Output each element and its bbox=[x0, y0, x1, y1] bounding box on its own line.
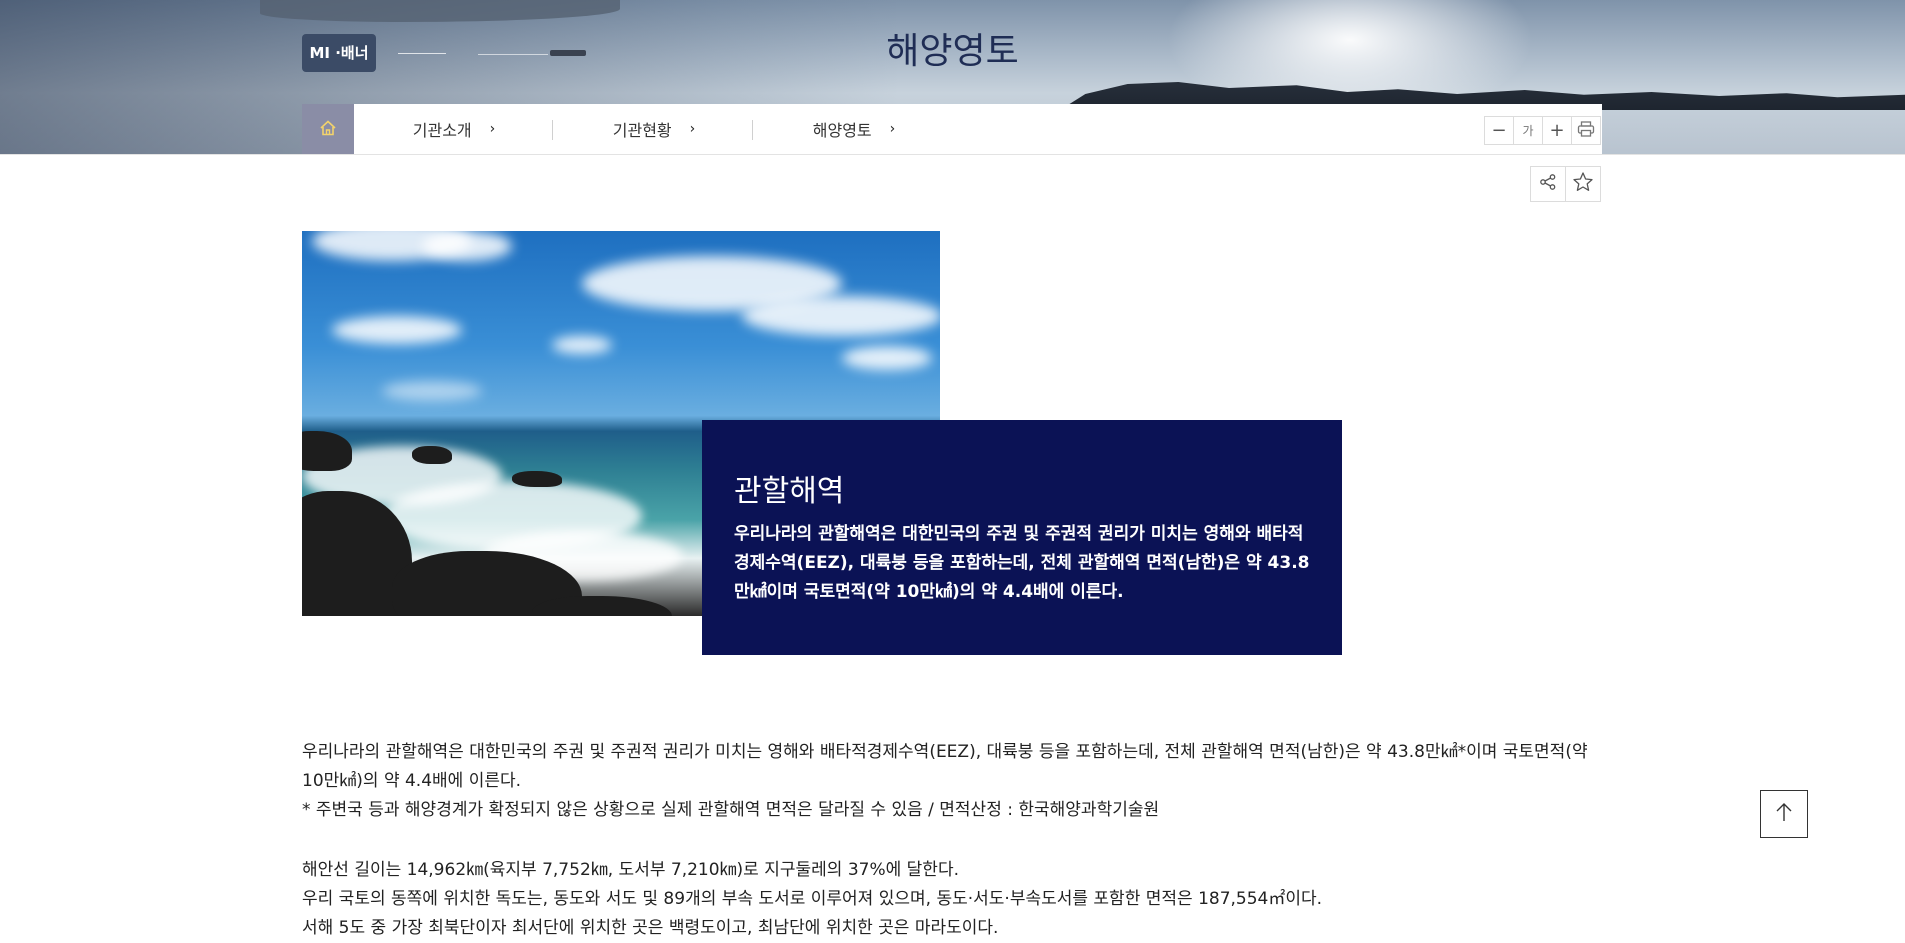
nav-item-label: 기관소개 bbox=[412, 121, 472, 140]
chevron-right-icon: › bbox=[689, 121, 696, 137]
minus-icon: − bbox=[1491, 120, 1507, 141]
paragraph: 우리나라의 관할해역은 대한민국의 주권 및 주권적 권리가 미치는 영해와 배… bbox=[302, 742, 1588, 791]
chevron-right-icon: › bbox=[889, 121, 896, 137]
font-increase-button[interactable]: + bbox=[1542, 116, 1572, 145]
nav-item-label: 기관현황 bbox=[612, 121, 672, 140]
footnote: * 주변국 등과 해양경계가 확정되지 않은 상황으로 실제 관할해역 면적은 … bbox=[302, 800, 1160, 820]
plus-icon: + bbox=[1549, 120, 1565, 141]
page-title: 해양영토 bbox=[886, 31, 1019, 72]
nav-item-marine-territory[interactable]: 해양영토 › bbox=[754, 104, 954, 154]
nav-item-label: 해양영토 bbox=[812, 121, 872, 140]
nav-divider bbox=[552, 120, 553, 140]
info-description: 우리나라의 관할해역은 대한민국의 주권 및 주권적 권리가 미치는 영해와 배… bbox=[734, 524, 1310, 602]
share-icon bbox=[1539, 173, 1557, 195]
star-icon bbox=[1572, 171, 1594, 197]
jurisdiction-info-box: 관할해역 우리나라의 관할해역은 대한민국의 주권 및 주권적 권리가 미치는 … bbox=[702, 420, 1342, 655]
font-print-tools: − 가 + bbox=[1484, 116, 1601, 145]
home-button[interactable] bbox=[302, 104, 354, 155]
page-utilities bbox=[1530, 166, 1601, 202]
nav-item-org-status[interactable]: 기관현황 › bbox=[554, 104, 754, 154]
font-size-label: 가 bbox=[1522, 124, 1534, 138]
banner-island bbox=[260, 0, 620, 22]
paragraph: 해안선 길이는 14,962㎞(육지부 7,752㎞, 도서부 7,210㎞)로… bbox=[302, 860, 959, 880]
share-button[interactable] bbox=[1530, 166, 1566, 202]
scroll-top-button[interactable] bbox=[1760, 790, 1808, 838]
main-content: 우리나라의 관할해역은 대한민국의 주권 및 주권적 권리가 미치는 영해와 배… bbox=[302, 738, 1612, 943]
nav-item-org-intro[interactable]: 기관소개 › bbox=[354, 104, 554, 154]
nav-divider bbox=[752, 120, 753, 140]
bookmark-button[interactable] bbox=[1565, 166, 1601, 202]
print-icon bbox=[1577, 121, 1595, 140]
font-decrease-button[interactable]: − bbox=[1484, 116, 1514, 145]
home-icon bbox=[319, 119, 337, 141]
paragraph: 서해 5도 중 가장 최북단이자 최서단에 위치한 곳은 백령도이고, 최남단에… bbox=[302, 918, 999, 938]
font-size-indicator: 가 bbox=[1513, 116, 1543, 145]
print-button[interactable] bbox=[1571, 116, 1601, 145]
breadcrumb-nav: 기관소개 › 기관현황 › 해양영토 › − 가 + bbox=[302, 104, 1602, 155]
arrow-up-icon bbox=[1774, 801, 1794, 827]
paragraph: 우리 국토의 동쪽에 위치한 독도는, 동도와 서도 및 89개의 부속 도서로… bbox=[302, 889, 1323, 909]
header-divider bbox=[0, 154, 1905, 155]
info-title: 관할해역 bbox=[734, 474, 845, 509]
chevron-right-icon: › bbox=[489, 121, 496, 137]
